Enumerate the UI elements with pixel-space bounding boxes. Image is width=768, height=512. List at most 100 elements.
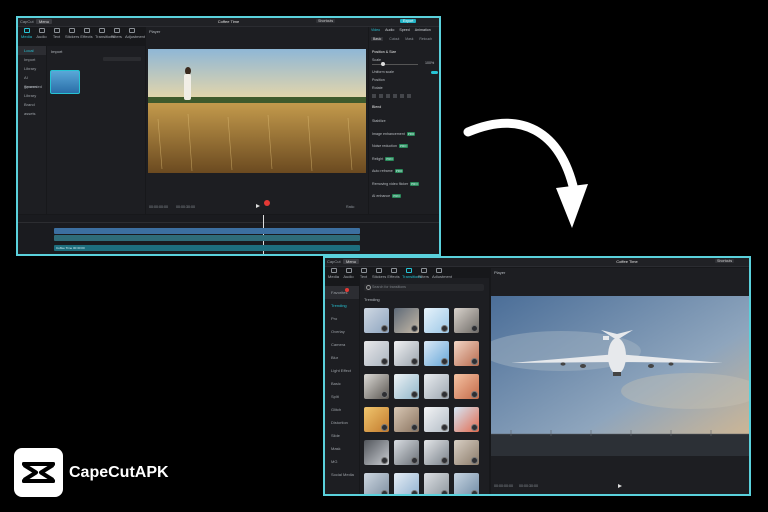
- shortcuts-button[interactable]: Shortcuts: [316, 19, 336, 23]
- align-icon[interactable]: [393, 94, 397, 98]
- transition-thumbnail[interactable]: [424, 473, 449, 494]
- tool-media[interactable]: Media: [20, 28, 33, 39]
- tool-audio[interactable]: Audio: [342, 268, 355, 279]
- download-icon[interactable]: [471, 490, 478, 494]
- category-item[interactable]: Slide: [325, 429, 359, 442]
- transition-thumbnail[interactable]: [424, 440, 449, 465]
- download-icon[interactable]: [411, 358, 418, 365]
- tab-video[interactable]: Video: [371, 28, 380, 32]
- transition-thumbnail[interactable]: [394, 473, 419, 494]
- transition-thumbnail[interactable]: [454, 407, 479, 432]
- transition-thumbnail[interactable]: [454, 473, 479, 494]
- category-item[interactable]: Trending: [325, 299, 359, 312]
- menu-button[interactable]: Menu: [343, 259, 360, 264]
- export-button[interactable]: Export: [400, 19, 417, 23]
- sidebar-item-library-2[interactable]: Library: [18, 91, 46, 100]
- transition-thumbnail[interactable]: [364, 407, 389, 432]
- transition-thumbnail[interactable]: [454, 341, 479, 366]
- download-icon[interactable]: [441, 391, 448, 398]
- sidebar-item-ai-generated[interactable]: AI generated: [18, 73, 46, 89]
- sidebar-item-import[interactable]: Import: [18, 55, 46, 64]
- feature-row[interactable]: Auto reframe PRO: [372, 169, 404, 173]
- play-icon[interactable]: [256, 204, 260, 208]
- feature-row[interactable]: Stabilize: [372, 119, 386, 123]
- download-icon[interactable]: [411, 490, 418, 494]
- feature-row[interactable]: Noise reduction PRO: [372, 144, 408, 148]
- download-icon[interactable]: [471, 358, 478, 365]
- transition-thumbnail[interactable]: [454, 440, 479, 465]
- download-icon[interactable]: [411, 391, 418, 398]
- transition-thumbnail[interactable]: [364, 341, 389, 366]
- sidebar-item-local[interactable]: Local: [18, 46, 46, 55]
- video-track-clip-2[interactable]: [54, 235, 360, 241]
- tool-filters[interactable]: Filters: [110, 28, 123, 39]
- search-box[interactable]: Search for transitions: [364, 284, 484, 291]
- download-icon[interactable]: [441, 424, 448, 431]
- blend-label[interactable]: Blend: [372, 105, 381, 109]
- align-icon[interactable]: [400, 94, 404, 98]
- tool-adjustment[interactable]: Adjustment: [125, 28, 145, 39]
- sidebar-item-library[interactable]: Library: [18, 64, 46, 73]
- transition-thumbnail[interactable]: [424, 407, 449, 432]
- transition-thumbnail[interactable]: [364, 374, 389, 399]
- download-icon[interactable]: [381, 391, 388, 398]
- download-icon[interactable]: [471, 457, 478, 464]
- transition-thumbnail[interactable]: [394, 440, 419, 465]
- download-icon[interactable]: [411, 325, 418, 332]
- download-icon[interactable]: [441, 490, 448, 494]
- transition-thumbnail[interactable]: [394, 308, 419, 333]
- uniform-scale-toggle[interactable]: [431, 71, 438, 74]
- transition-thumbnail[interactable]: [394, 407, 419, 432]
- align-icon[interactable]: [386, 94, 390, 98]
- download-icon[interactable]: [471, 424, 478, 431]
- category-item[interactable]: MG: [325, 455, 359, 468]
- align-icon[interactable]: [407, 94, 411, 98]
- category-item[interactable]: Distortion: [325, 416, 359, 429]
- import-label[interactable]: Import: [51, 49, 62, 54]
- download-icon[interactable]: [381, 358, 388, 365]
- tool-audio[interactable]: Audio: [35, 28, 48, 39]
- download-icon[interactable]: [441, 325, 448, 332]
- category-item[interactable]: Light Effect: [325, 364, 359, 377]
- download-icon[interactable]: [381, 424, 388, 431]
- feature-row[interactable]: Removing video flicker PRO: [372, 181, 419, 186]
- subtab-mask[interactable]: Mask: [405, 37, 413, 41]
- tool-transitions[interactable]: Transitions: [95, 28, 114, 39]
- tab-animation[interactable]: Animation: [415, 28, 431, 32]
- transition-thumbnail[interactable]: [364, 308, 389, 333]
- sidebar-item-brand-assets[interactable]: Brand assets: [18, 100, 46, 116]
- video-track-clip[interactable]: [54, 228, 360, 234]
- subtab-cutout[interactable]: Cutout: [389, 37, 399, 41]
- media-filter-bar[interactable]: [103, 57, 141, 61]
- transition-thumbnail[interactable]: [424, 341, 449, 366]
- transition-thumbnail[interactable]: [424, 374, 449, 399]
- category-item[interactable]: Glitch: [325, 403, 359, 416]
- category-item[interactable]: Camera: [325, 338, 359, 351]
- audio-track-clip[interactable]: Coffee Time 00:30:00: [54, 245, 360, 251]
- download-icon[interactable]: [471, 325, 478, 332]
- preview-video[interactable]: [491, 296, 749, 456]
- transition-thumbnail[interactable]: [424, 308, 449, 333]
- align-icon[interactable]: [379, 94, 383, 98]
- feature-row[interactable]: AI enhance PRO: [372, 194, 401, 198]
- download-icon[interactable]: [411, 424, 418, 431]
- category-item[interactable]: Favorites: [325, 286, 359, 299]
- transition-thumbnail[interactable]: [364, 440, 389, 465]
- play-icon[interactable]: [618, 484, 622, 488]
- tool-media[interactable]: Media: [327, 268, 340, 279]
- transition-thumbnail[interactable]: [394, 341, 419, 366]
- download-icon[interactable]: [441, 457, 448, 464]
- tool-effects[interactable]: Effects: [80, 28, 93, 39]
- transition-thumbnail[interactable]: [454, 374, 479, 399]
- download-icon[interactable]: [381, 490, 388, 494]
- category-item[interactable]: Social Media: [325, 468, 359, 481]
- scale-slider-handle[interactable]: [381, 62, 385, 66]
- download-icon[interactable]: [381, 325, 388, 332]
- transition-thumbnail[interactable]: [454, 308, 479, 333]
- feature-row[interactable]: Image enhancement PRO: [372, 131, 416, 136]
- search-input[interactable]: Search for transitions: [372, 285, 406, 289]
- transition-thumbnail[interactable]: [364, 473, 389, 494]
- transition-thumbnail[interactable]: [394, 374, 419, 399]
- category-item[interactable]: Overlay: [325, 325, 359, 338]
- download-icon[interactable]: [441, 358, 448, 365]
